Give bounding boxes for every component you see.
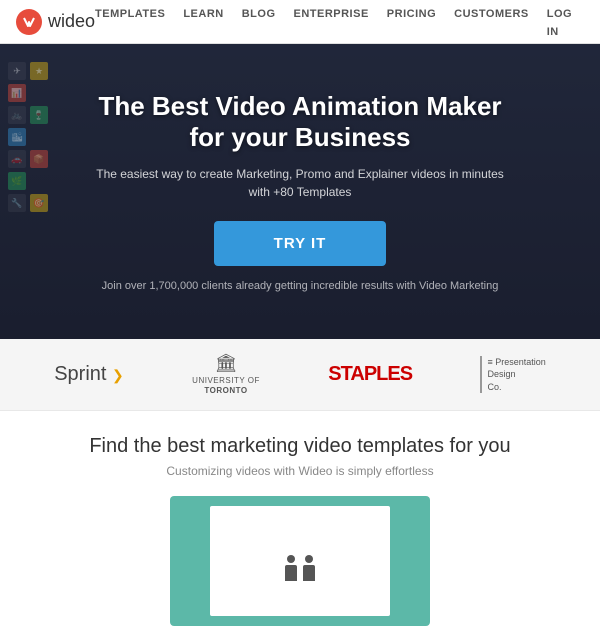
hero-subtitle: The easiest way to create Marketing, Pro… bbox=[90, 165, 510, 201]
figure-body-1 bbox=[285, 565, 297, 581]
toronto-text: UNIVERSITY OFTORONTO bbox=[192, 376, 260, 395]
icon-star: ★ bbox=[30, 62, 48, 80]
nav-item-pricing[interactable]: PRICING bbox=[387, 4, 436, 40]
video-figure bbox=[275, 541, 325, 581]
hero-content: The Best Video Animation Maker for your … bbox=[50, 91, 550, 292]
marketing-title: Find the best marketing video templates … bbox=[20, 435, 580, 458]
figure-body-2 bbox=[303, 565, 315, 581]
hero-title: The Best Video Animation Maker for your … bbox=[90, 91, 510, 153]
logo-sprint: Sprint ❯ bbox=[54, 363, 124, 386]
toronto-crest-icon: 🏛 bbox=[215, 353, 238, 374]
figure-person-1 bbox=[285, 555, 297, 581]
staples-name: STAPLES bbox=[328, 363, 412, 386]
logos-band: Sprint ❯ 🏛 UNIVERSITY OFTORONTO STAPLES … bbox=[0, 339, 600, 411]
figure-head-2 bbox=[305, 555, 313, 563]
social-proof: Join over 1,700,000 clients already gett… bbox=[90, 280, 510, 292]
logo-staples: STAPLES bbox=[328, 363, 412, 386]
try-it-button[interactable]: TRY IT bbox=[214, 221, 387, 266]
marketing-section: Find the best marketing video templates … bbox=[0, 411, 600, 642]
icon-chart: 📊 bbox=[8, 84, 26, 102]
figure-person-2 bbox=[303, 555, 315, 581]
nav-item-customers[interactable]: CUSTOMERS bbox=[454, 4, 529, 40]
nav-item-templates[interactable]: TEMPLATES bbox=[95, 4, 165, 40]
sprint-name: Sprint ❯ bbox=[54, 363, 124, 386]
logo-icon bbox=[16, 9, 42, 35]
nav-item-enterprise[interactable]: ENTERPRISE bbox=[294, 4, 369, 40]
icon-building: 🏙 bbox=[8, 128, 26, 146]
figure-head-1 bbox=[287, 555, 295, 563]
logo-presentation: ≡ PresentationDesignCo. bbox=[480, 356, 545, 394]
presentation-name: ≡ PresentationDesignCo. bbox=[480, 356, 545, 394]
icon-plant: 🌿 bbox=[8, 172, 26, 190]
icon-tool: 🔧 bbox=[8, 194, 26, 212]
icon-box: 📦 bbox=[30, 150, 48, 168]
navbar: wideo TEMPLATES LEARN BLOG ENTERPRISE PR… bbox=[0, 0, 600, 44]
nav-item-learn[interactable]: LEARN bbox=[183, 4, 223, 40]
icon-car: 🚗 bbox=[8, 150, 26, 168]
icon-bottle: 🍷 bbox=[30, 106, 48, 124]
video-preview[interactable] bbox=[170, 496, 430, 626]
marketing-subtitle: Customizing videos with Wideo is simply … bbox=[20, 464, 580, 478]
nav-links: TEMPLATES LEARN BLOG ENTERPRISE PRICING … bbox=[95, 4, 584, 40]
icon-bike: 🚲 bbox=[8, 106, 26, 124]
sprint-spark-icon: ❯ bbox=[112, 367, 124, 384]
logo[interactable]: wideo bbox=[16, 9, 95, 35]
logo-toronto: 🏛 UNIVERSITY OFTORONTO bbox=[192, 353, 260, 395]
nav-item-login[interactable]: LOG IN bbox=[547, 4, 584, 40]
nav-item-blog[interactable]: BLOG bbox=[242, 4, 276, 40]
icon-plane: ✈ bbox=[8, 62, 26, 80]
hero-section: ✈ ★ 📊 🚲 🍷 🏙 🚗 📦 🌿 🔧 🎯 The Best Video Ani… bbox=[0, 44, 600, 339]
icon-target: 🎯 bbox=[30, 194, 48, 212]
logo-wordmark: wideo bbox=[48, 11, 95, 32]
